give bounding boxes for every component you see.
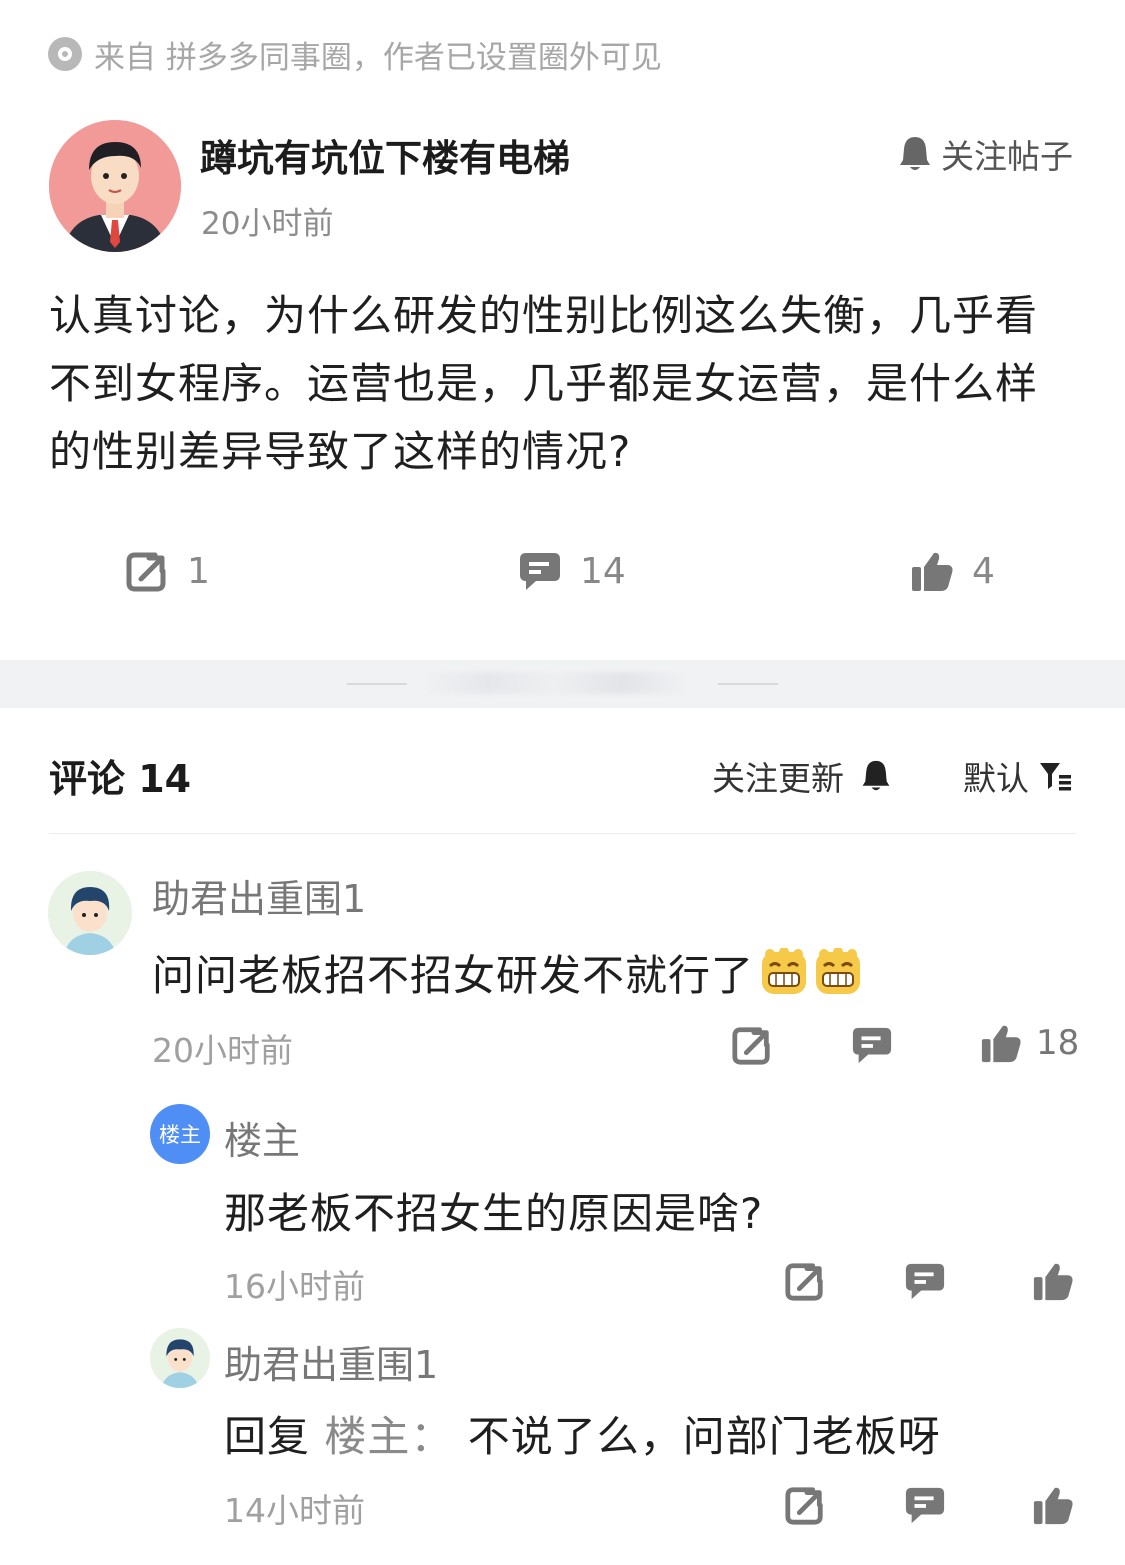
grin-emoji-icon bbox=[816, 948, 861, 994]
comment-icon[interactable] bbox=[904, 1484, 946, 1526]
follow-update-label: 关注更新 bbox=[712, 759, 844, 798]
reply-target[interactable]: 楼主： bbox=[324, 1412, 453, 1461]
reply-author[interactable]: 楼主 bbox=[224, 1110, 300, 1165]
comment-button[interactable]: 14 bbox=[518, 546, 626, 596]
share-icon[interactable] bbox=[784, 1260, 826, 1302]
share-icon bbox=[126, 552, 166, 592]
reply-time: 16小时前 bbox=[224, 1267, 365, 1306]
reply-time: 14小时前 bbox=[224, 1491, 365, 1530]
post-time: 20小时前 bbox=[201, 206, 334, 242]
bell-icon bbox=[900, 137, 930, 170]
share-button[interactable]: 1 bbox=[125, 546, 210, 596]
sort-button[interactable]: 默认 bbox=[963, 752, 1073, 800]
reply-prefix: 回复 bbox=[224, 1412, 311, 1461]
reply-text: 回复 楼主： 不说了么，问部门老板呀 bbox=[224, 1403, 941, 1464]
follow-update-button[interactable]: 关注更新 bbox=[712, 752, 892, 800]
share-icon[interactable] bbox=[784, 1484, 826, 1526]
comment-count: 14 bbox=[580, 550, 626, 592]
comment-icon[interactable] bbox=[904, 1260, 946, 1302]
comment-icon[interactable] bbox=[851, 1024, 893, 1066]
share-icon[interactable] bbox=[731, 1024, 773, 1066]
bell-icon bbox=[862, 760, 890, 791]
reply-content: 不说了么，问部门老板呀 bbox=[467, 1412, 941, 1461]
sort-label: 默认 bbox=[963, 759, 1029, 798]
share-count: 1 bbox=[187, 550, 210, 592]
separator-line-left bbox=[347, 683, 407, 685]
like-button[interactable]: 4 bbox=[910, 546, 995, 596]
source-text: 来自 拼多多同事圈，作者已设置圈外可见 bbox=[94, 39, 662, 76]
separator-line-right bbox=[718, 683, 778, 685]
grin-emoji-icon bbox=[762, 948, 807, 994]
commenter-avatar[interactable] bbox=[48, 871, 132, 955]
comment-text: 问问老板招不招女研发不就行了 bbox=[152, 942, 862, 1003]
circle-icon bbox=[48, 37, 82, 71]
commenter-avatar[interactable] bbox=[150, 1328, 210, 1388]
thumbs-up-icon[interactable] bbox=[1032, 1484, 1074, 1526]
comment-like-button[interactable]: 18 bbox=[980, 1022, 1079, 1064]
reply-author[interactable]: 助君出重围1 bbox=[224, 1334, 438, 1389]
like-count: 4 bbox=[972, 550, 995, 592]
comment-icon bbox=[520, 553, 560, 590]
owner-badge-avatar[interactable]: 楼主 bbox=[150, 1104, 210, 1164]
author-avatar[interactable] bbox=[49, 120, 181, 252]
author-name[interactable]: 蹲坑有坑位下楼有电梯 bbox=[200, 128, 570, 182]
thumbs-up-icon bbox=[912, 552, 953, 591]
thumbs-up-icon[interactable] bbox=[1032, 1260, 1074, 1302]
comment-author[interactable]: 助君出重围1 bbox=[152, 868, 366, 923]
comment-text-content: 问问老板招不招女研发不就行了 bbox=[152, 951, 755, 1000]
follow-post-label: 关注帖子 bbox=[941, 137, 1073, 176]
comments-title: 评论 14 bbox=[49, 757, 192, 801]
divider bbox=[49, 833, 1076, 834]
source-line: 来自 拼多多同事圈，作者已设置圈外可见 bbox=[48, 30, 662, 78]
comment-time: 20小时前 bbox=[152, 1031, 293, 1070]
post-body: 认真讨论，为什么研发的性别比例这么失衡，几乎看不到女程序。运营也是，几乎都是女运… bbox=[49, 291, 1039, 476]
filter-icon bbox=[1040, 763, 1071, 791]
follow-post-button[interactable]: 关注帖子 bbox=[897, 130, 1073, 178]
thumbs-up-icon bbox=[981, 1025, 1021, 1063]
separator-blurred-label bbox=[420, 672, 690, 694]
reply-text: 那老板不招女生的原因是啥? bbox=[224, 1189, 764, 1238]
comment-like-count: 18 bbox=[1036, 1023, 1080, 1063]
